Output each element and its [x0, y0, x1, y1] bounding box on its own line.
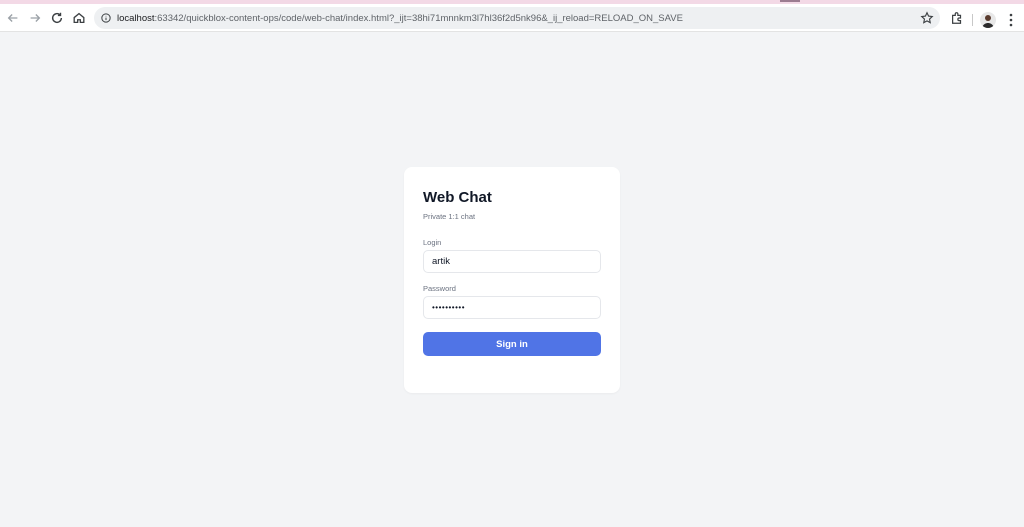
login-card: Web Chat Private 1:1 chat Login Password… [404, 167, 620, 393]
login-input[interactable] [423, 250, 601, 273]
password-label: Password [423, 284, 456, 293]
info-icon[interactable] [100, 12, 112, 24]
sign-in-button[interactable]: Sign in [423, 332, 601, 356]
back-icon[interactable] [4, 9, 22, 27]
page-title: Web Chat [423, 189, 492, 206]
address-bar[interactable]: localhost:63342/quickblox-content-ops/co… [94, 7, 940, 29]
page-subtitle: Private 1:1 chat [423, 212, 476, 221]
url-path: :63342/quickblox-content-ops/code/web-ch… [154, 12, 683, 24]
browser-toolbar: localhost:63342/quickblox-content-ops/co… [0, 0, 1024, 32]
toolbar-separator [972, 14, 973, 26]
home-icon[interactable] [70, 9, 88, 27]
reload-icon[interactable] [48, 9, 66, 27]
login-label: Login [423, 238, 442, 247]
password-input[interactable] [423, 296, 601, 319]
url-host: localhost [117, 12, 155, 24]
menu-icon[interactable] [1006, 12, 1016, 28]
star-icon[interactable] [920, 11, 934, 25]
avatar[interactable] [980, 12, 996, 28]
extensions-icon[interactable] [950, 11, 964, 25]
tab-indicator [780, 0, 800, 2]
forward-icon[interactable] [26, 9, 44, 27]
